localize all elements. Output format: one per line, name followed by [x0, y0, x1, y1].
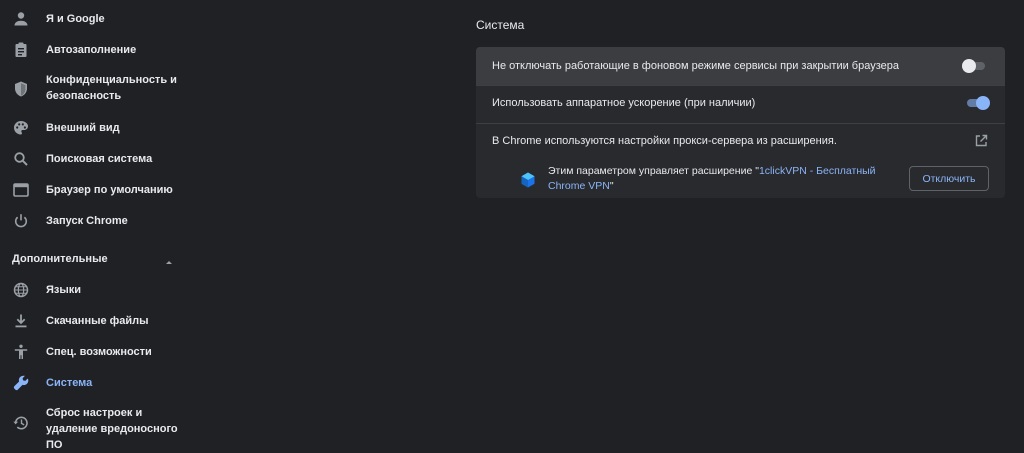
sidebar-item-label: Скачанные файлы — [46, 315, 149, 327]
sidebar-item-languages[interactable]: Языки — [0, 281, 200, 299]
sidebar-item-label: Я и Google — [46, 13, 105, 25]
sidebar-item-you-and-google[interactable]: Я и Google — [0, 10, 200, 28]
sidebar-item-label: Поисковая система — [46, 153, 153, 165]
wrench-icon — [12, 374, 30, 392]
chevron-up-icon — [164, 255, 174, 264]
managed-prefix: Этим параметром управляет расширение " — [548, 165, 759, 177]
background-apps-row[interactable]: Не отключать работающие в фоновом режиме… — [476, 47, 1005, 85]
sidebar-item-on-startup[interactable]: Запуск Chrome — [0, 212, 200, 230]
background-apps-toggle[interactable] — [962, 59, 988, 73]
restore-icon — [12, 414, 30, 432]
sidebar-item-system[interactable]: Система — [0, 374, 200, 392]
sidebar-item-default-browser[interactable]: Браузер по умолчанию — [0, 181, 200, 199]
sidebar-item-autofill[interactable]: Автозаполнение — [0, 41, 200, 59]
sidebar-item-downloads[interactable]: Скачанные файлы — [0, 312, 200, 330]
sidebar-item-reset[interactable]: Сброс настроек и удаление вредоносного П… — [0, 405, 200, 451]
shield-icon — [12, 80, 30, 98]
vpn-extension-icon — [519, 171, 537, 189]
sidebar-item-appearance[interactable]: Внешний вид — [0, 119, 200, 137]
hardware-acceleration-label: Использовать аппаратное ускорение (при н… — [492, 97, 756, 109]
download-icon — [12, 312, 30, 330]
browser-icon — [12, 181, 30, 199]
sidebar-item-label: Спец. возможности — [46, 346, 152, 358]
system-settings-card: Не отключать работающие в фоновом режиме… — [476, 47, 1005, 198]
sidebar-item-privacy[interactable]: Конфиденциальность и безопасность — [0, 72, 200, 106]
sidebar-item-label: Система — [46, 377, 93, 389]
sidebar-item-label: Запуск Chrome — [46, 215, 128, 227]
sidebar-item-label: Конфиденциальность и безопасность — [46, 74, 177, 102]
hardware-acceleration-toggle[interactable] — [964, 96, 990, 110]
toggle-knob — [976, 96, 990, 110]
search-icon — [12, 150, 30, 168]
advanced-section-label: Дополнительные — [12, 253, 108, 265]
disable-extension-button[interactable]: Отключить — [909, 166, 989, 191]
sidebar-item-label: Внешний вид — [46, 122, 120, 134]
sidebar-item-search-engine[interactable]: Поисковая система — [0, 150, 200, 168]
power-icon — [12, 212, 30, 230]
managed-by-extension-text: Этим параметром управляет расширение "1c… — [548, 164, 878, 194]
managed-suffix: " — [609, 180, 614, 192]
sidebar-item-accessibility[interactable]: Спец. возможности — [0, 343, 200, 361]
proxy-settings-label: В Chrome используются настройки прокси-с… — [492, 135, 837, 147]
advanced-section-toggle[interactable]: Дополнительные — [12, 251, 182, 267]
person-icon — [12, 10, 30, 28]
settings-sidebar: Я и Google Автозаполнение Конфиденциальн… — [0, 0, 200, 451]
clipboard-icon — [12, 41, 30, 59]
sidebar-item-label: Браузер по умолчанию — [46, 184, 173, 196]
palette-icon — [12, 119, 30, 137]
toggle-knob — [962, 59, 976, 73]
background-apps-label: Не отключать работающие в фоновом режиме… — [492, 60, 899, 72]
hardware-acceleration-row[interactable]: Использовать аппаратное ускорение (при н… — [476, 86, 1005, 123]
open-in-new-icon[interactable] — [973, 133, 989, 149]
globe-icon — [12, 281, 30, 299]
sidebar-item-label: Автозаполнение — [46, 44, 137, 56]
page-title: Система — [476, 18, 525, 32]
sidebar-item-label: Сброс настроек и удаление вредоносного П… — [46, 407, 178, 451]
sidebar-item-label: Языки — [46, 284, 82, 296]
accessibility-icon — [12, 343, 30, 361]
